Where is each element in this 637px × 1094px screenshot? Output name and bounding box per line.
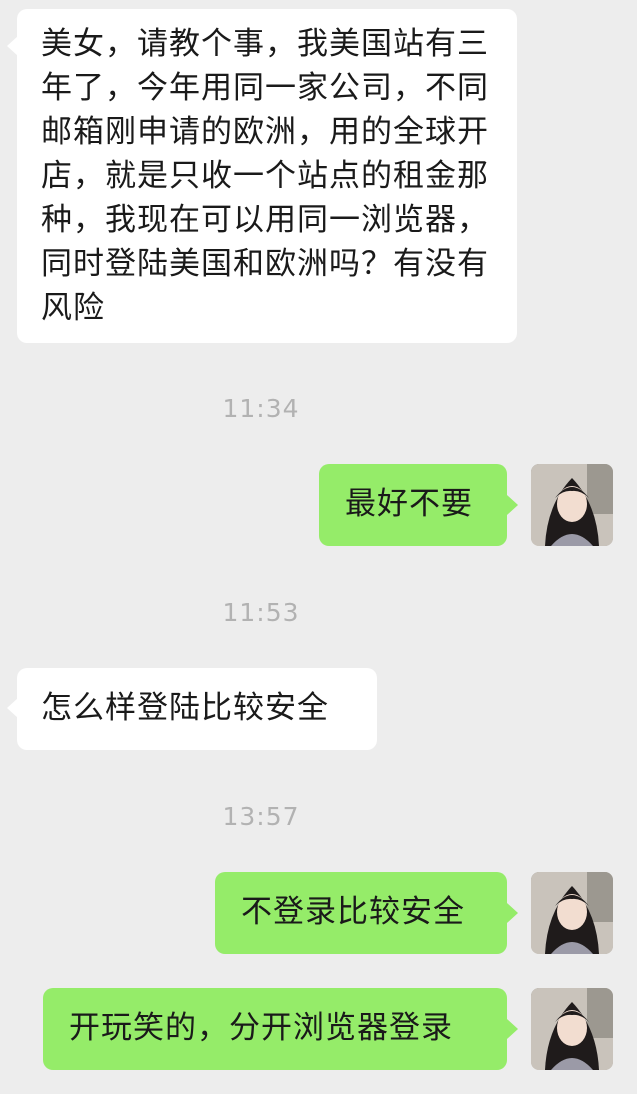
timestamp: 11:53 — [222, 598, 300, 627]
avatar-photo-icon — [531, 464, 613, 546]
bubble-tail — [507, 495, 518, 515]
outgoing-message-bubble[interactable]: 开玩笑的，分开浏览器登录 — [43, 988, 507, 1070]
outgoing-message-bubble[interactable]: 不登录比较安全 — [215, 872, 507, 954]
avatar-photo-icon — [531, 988, 613, 1070]
user-avatar[interactable] — [531, 988, 613, 1070]
user-avatar[interactable] — [531, 464, 613, 546]
outgoing-message-bubble[interactable]: 最好不要 — [319, 464, 507, 546]
incoming-message-bubble[interactable]: 怎么样登陆比较安全 — [17, 668, 377, 750]
bubble-tail — [507, 1019, 518, 1039]
avatar-photo-icon — [531, 872, 613, 954]
message-text: 不登录比较安全 — [241, 894, 465, 930]
message-text: 最好不要 — [345, 486, 473, 522]
message-text: 美女，请教个事，我美国站有三年了，今年用同一家公司，不同邮箱刚申请的欧洲，用的全… — [41, 26, 489, 326]
incoming-message-bubble[interactable]: 美女，请教个事，我美国站有三年了，今年用同一家公司，不同邮箱刚申请的欧洲，用的全… — [17, 9, 517, 343]
message-text: 开玩笑的，分开浏览器登录 — [69, 1010, 453, 1046]
chat-window: 美女，请教个事，我美国站有三年了，今年用同一家公司，不同邮箱刚申请的欧洲，用的全… — [0, 0, 637, 1094]
user-avatar[interactable] — [531, 872, 613, 954]
timestamp: 11:34 — [222, 394, 300, 423]
bubble-tail — [507, 903, 518, 923]
message-text: 怎么样登陆比较安全 — [41, 690, 329, 726]
timestamp: 13:57 — [222, 802, 300, 831]
